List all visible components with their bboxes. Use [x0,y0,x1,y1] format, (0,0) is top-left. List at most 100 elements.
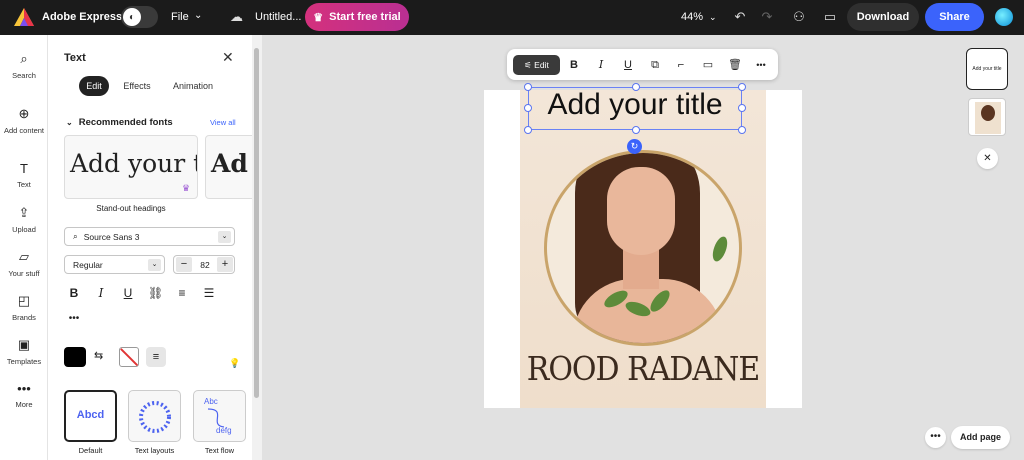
font-weight-select[interactable]: Regular ⌄ [64,255,165,274]
rail-item-brands[interactable]: ◰ Brands [0,293,48,322]
file-menu-label: File [171,11,189,23]
premium-crown-icon: ♛ [182,183,191,193]
layout-default[interactable]: Abcd [64,390,117,442]
rail-item-text[interactable]: T Text [0,161,48,189]
tab-edit[interactable]: Edit [79,76,109,96]
more-icon[interactable]: ••• [925,427,946,448]
bold-icon[interactable]: B [567,55,581,75]
resize-handle[interactable] [738,104,746,112]
rail-item-upload[interactable]: ⇪ Upload [0,205,48,234]
underline-icon[interactable]: U [621,55,635,75]
rail-item-your-stuff[interactable]: ▱ Your stuff [0,249,48,278]
underline-icon[interactable]: U [121,286,135,300]
layout-text-flow[interactable]: Abc defg [193,390,246,442]
undo-icon[interactable]: ↶ [731,8,749,26]
thumb-title: Add your title [972,66,1002,72]
panel-scrollbar-thumb[interactable] [254,48,259,398]
zoom-value: 44% [681,11,704,23]
redo-icon[interactable]: ↷ [758,8,776,26]
file-menu[interactable]: File ⌄ [171,10,202,23]
chevron-down-icon: ⌄ [66,118,73,127]
edit-label: Edit [534,60,549,70]
align-center-icon[interactable]: ≡ [175,286,189,300]
cloud-icon: ☁ [230,9,243,24]
close-icon[interactable]: ✕ [977,148,998,169]
chevron-down-icon: ⌄ [218,231,231,243]
lightbulb-icon[interactable]: 💡 [228,358,242,372]
font-family-select[interactable]: ⌕ Source Sans 3 ⌄ [64,227,235,246]
chevron-down-icon: ⌄ [148,259,161,271]
font-size-stepper[interactable]: − 82 + [173,255,235,274]
page-thumbnail-1[interactable]: Add your title [966,48,1008,90]
rail-item-add-content[interactable]: ⊕ Add content [0,106,48,135]
link-icon[interactable]: ⛓ [148,286,163,300]
resize-handle[interactable] [524,126,532,134]
invite-icon[interactable]: ⚇ [790,8,808,26]
text-color-swatch[interactable] [64,347,86,367]
templates-icon: ▣ [17,337,31,352]
italic-icon[interactable]: I [594,55,608,75]
resize-handle[interactable] [632,83,640,91]
left-rail: ⌕ Search ⊕ Add content T Text ⇪ Upload ▱ Your… [0,35,48,460]
tab-animation[interactable]: Animation [171,76,215,96]
recommended-fonts-header[interactable]: ⌄ Recommended fonts [66,117,173,128]
document-title[interactable]: Untitled... [255,11,301,23]
swap-colors-icon[interactable]: ⇆ [94,349,103,362]
resize-handle[interactable] [738,126,746,134]
adobe-express-logo-icon[interactable] [14,8,34,26]
text-icon: T [20,161,28,176]
share-button[interactable]: Share [925,3,984,31]
resize-handle[interactable] [524,83,532,91]
page-thumbnail-2[interactable] [968,98,1006,136]
top-bar: Adobe Express ◐ File ⌄ ☁ Untitled... ♛ Sta… [0,0,1024,35]
resize-handle[interactable] [738,83,746,91]
add-page-button[interactable]: Add page [951,426,1010,449]
rail-item-search[interactable]: ⌕ Search [0,51,48,80]
chevron-down-icon: ⌄ [194,10,203,21]
more-icon[interactable]: ••• [754,55,768,75]
rail-label: More [15,400,33,409]
trash-icon[interactable]: 🗑 [728,55,742,75]
layout-default-label: Default [78,446,103,455]
rotate-handle-icon[interactable]: ↻ [627,139,642,154]
bold-icon[interactable]: B [67,286,81,300]
selection-box[interactable] [524,83,746,134]
resize-handle[interactable] [632,126,640,134]
rail-label: Search [12,71,36,80]
paint-roller-icon[interactable]: ⌐ [674,55,688,75]
italic-icon[interactable]: I [94,286,108,300]
decrease-size-button[interactable]: − [176,257,192,272]
list-icon[interactable]: ☰ [202,286,216,300]
circular-text-icon [139,401,171,433]
edit-button[interactable]: ⚟ Edit [513,55,560,75]
theme-toggle[interactable]: ◐ [121,6,158,28]
font-card-caption: Stand-out headings [96,204,166,213]
font-card-standout[interactable]: Add your title [64,135,198,199]
tab-effects[interactable]: Effects [122,76,152,96]
more-options-icon[interactable]: ••• [67,313,81,327]
portrait-neck [623,249,659,289]
layout-text-flow-label: Text flow [204,446,235,455]
brand-text[interactable]: ROOD RADANE [520,350,766,389]
resize-handle[interactable] [524,104,532,112]
layout-text-layouts[interactable] [128,390,181,442]
rail-label: Brands [12,313,36,322]
comment-icon[interactable]: ▭ [821,8,839,26]
duplicate-icon[interactable]: ⧉ [648,55,662,75]
folder-icon: ▱ [19,249,29,264]
start-free-trial-button[interactable]: ♛ Start free trial [305,3,409,31]
close-icon[interactable]: ✕ [222,49,234,66]
user-avatar[interactable] [995,8,1013,26]
zoom-control[interactable]: 44% ⌄ [681,11,717,23]
palette-icon: ◐ [123,8,141,26]
rail-item-templates[interactable]: ▣ Templates [0,337,48,366]
increase-size-button[interactable]: + [217,257,233,272]
font-weight-value: Regular [73,259,103,270]
rail-item-more[interactable]: ••• More [0,381,48,409]
view-all-link[interactable]: View all [210,118,236,127]
no-fill-swatch[interactable] [119,347,139,367]
context-toolbar: ⚟ Edit B I U ⧉ ⌐ ▭ 🗑 ••• [507,49,778,80]
comment-icon[interactable]: ▭ [701,55,715,75]
alignment-icon[interactable]: ≡ [146,347,166,367]
download-button[interactable]: Download [847,3,919,31]
